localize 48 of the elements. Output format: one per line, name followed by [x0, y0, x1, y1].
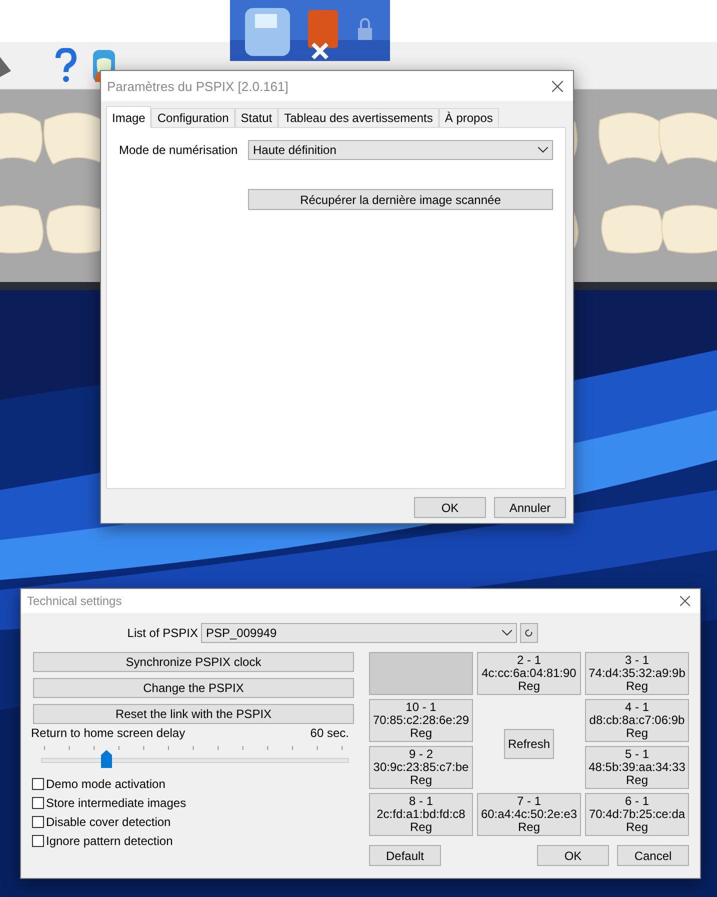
- device-button[interactable]: 5 - 1 48:5b:39:aa:34:33 Reg: [585, 746, 689, 789]
- dialog-button[interactable]: OK: [414, 497, 486, 518]
- device-button[interactable]: 6 - 1 70:4d:7b:25:ce:da Reg: [585, 793, 689, 836]
- checkbox[interactable]: [32, 796, 44, 808]
- action-button[interactable]: Reset the link with the PSPIX: [33, 704, 354, 724]
- chevron-icon: [502, 630, 512, 636]
- default-button[interactable]: Default: [369, 845, 441, 866]
- checkbox[interactable]: [32, 778, 44, 790]
- tab[interactable]: Configuration: [151, 108, 235, 127]
- slider-label: Return to home screen delay: [31, 726, 186, 740]
- dialog-button[interactable]: Annuler: [494, 497, 566, 518]
- tab[interactable]: Image: [106, 106, 152, 128]
- close-icon[interactable]: [680, 596, 690, 606]
- scan-mode-dropdown[interactable]: Haute définition: [248, 140, 553, 160]
- device-button[interactable]: 8 - 1 2c:fd:a1:bd:fd:c8 Reg: [369, 793, 473, 836]
- checkbox[interactable]: [32, 816, 44, 828]
- window-title: Technical settings: [27, 594, 122, 608]
- option-checkbox[interactable]: Ignore pattern detection: [32, 831, 355, 850]
- device-button[interactable]: 7 - 1 60:a4:4c:50:2e:e3 Reg: [477, 793, 581, 836]
- dialog-button[interactable]: Cancel: [617, 845, 689, 866]
- chevron-icon: [538, 147, 548, 153]
- refresh-button[interactable]: Refresh: [504, 729, 554, 759]
- slider-thumb[interactable]: [100, 750, 112, 768]
- device-button[interactable]: 9 - 2 30:9c:23:85:c7:be Reg: [369, 746, 473, 789]
- device-button[interactable]: 2 - 1 4c:cc:6a:04:81:90 Reg: [477, 652, 581, 695]
- option-checkbox[interactable]: Store intermediate images: [32, 793, 355, 812]
- tab[interactable]: Statut: [234, 108, 278, 127]
- reload-button[interactable]: [520, 622, 538, 642]
- reload-icon: [525, 628, 533, 636]
- tab[interactable]: Tableau des avertissements: [278, 108, 439, 127]
- window-title: Paramètres du PSPIX [2.0.161]: [107, 78, 288, 94]
- action-button[interactable]: Synchronize PSPIX clock: [33, 652, 354, 672]
- device-button[interactable]: 10 - 1 70:85:c2:28:6e:29 Reg: [369, 699, 473, 742]
- slider-reading: 60 sec.: [310, 726, 349, 740]
- dialog-button[interactable]: OK: [537, 845, 609, 866]
- action-button[interactable]: Change the PSPIX: [33, 678, 354, 698]
- field-label: Mode de numérisation: [119, 143, 239, 157]
- option-checkbox[interactable]: Disable cover detection: [32, 812, 355, 831]
- checkbox[interactable]: [32, 834, 44, 846]
- pspix-dropdown[interactable]: PSP_009949: [201, 622, 517, 642]
- device-button[interactable]: 3 - 1 74:d4:35:32:a9:9b Reg: [585, 652, 689, 695]
- field-label: List of PSPIX: [127, 626, 198, 640]
- retrieve-button[interactable]: Récupérer la dernière image scannée: [248, 189, 553, 210]
- option-checkbox[interactable]: Demo mode activation: [32, 774, 355, 793]
- device-button[interactable]: 4 - 1 d8:cb:8a:c7:06:9b Reg: [585, 699, 689, 742]
- help-icon[interactable]: [54, 48, 78, 84]
- tab[interactable]: À propos: [438, 108, 499, 127]
- close-icon[interactable]: [552, 80, 563, 92]
